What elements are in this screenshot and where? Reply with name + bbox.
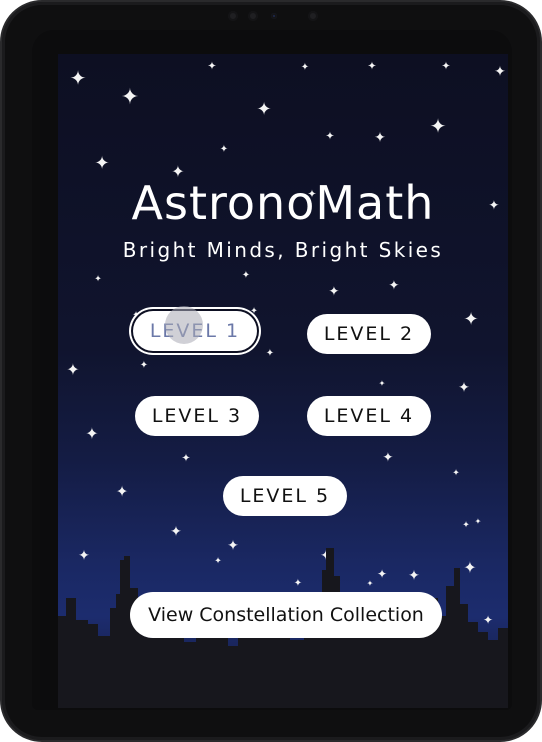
star-icon: ✦: [474, 517, 482, 526]
star-icon: ✦: [458, 380, 470, 396]
star-icon: ✦: [115, 482, 129, 501]
app-subtitle: Bright Minds, Bright Skies: [122, 238, 444, 262]
star-icon: ✦: [429, 114, 447, 138]
star-icon: ✦: [325, 129, 335, 143]
sensor-icon: [228, 11, 238, 21]
star-icon: ✦: [374, 130, 386, 146]
star-icon: ✦: [463, 309, 479, 330]
star-icon: ✦: [219, 144, 229, 155]
sensor-icon: [308, 11, 318, 21]
star-icon: ✦: [452, 468, 460, 479]
level-2-button[interactable]: LEVEL 2: [307, 314, 431, 354]
star-icon: ✦: [241, 270, 251, 281]
star-icon: ✦: [367, 59, 377, 73]
star-icon: ✦: [250, 306, 258, 317]
star-icon: ✦: [94, 153, 110, 174]
app-screen: ✦ ✦ ✦ ✦ ✦ ✦ ✦ ✦ ✦ ✦ ✦ ✦ ✦ ✦ ✦ ✦ ✦ ✦ ✦ ✦ ✦ ✦ ✦ ✦ ✦ ✦ ✦ ✦ ✦ ✦ ✦ ✦ ✦ ✦ ✦ ✦ ✦ ✦ ✦ ✦…: [58, 54, 508, 708]
star-icon: ✦: [139, 360, 149, 371]
star-icon: ✦: [388, 278, 400, 294]
camera-lens-icon: [271, 13, 277, 19]
star-icon: ✦: [300, 62, 310, 73]
level-1-button[interactable]: LEVEL 1: [133, 311, 257, 351]
view-constellation-collection-button[interactable]: View Constellation Collection: [130, 592, 442, 638]
level-4-button[interactable]: LEVEL 4: [307, 396, 431, 436]
star-icon: ✦: [94, 274, 102, 285]
star-icon: ✦: [85, 424, 99, 443]
camera-bar: [222, 10, 326, 22]
app-title: AstronoMath: [131, 176, 435, 230]
level-3-button[interactable]: LEVEL 3: [135, 396, 259, 436]
star-icon: ✦: [328, 284, 340, 300]
camera-icon: [248, 11, 258, 21]
star-icon: ✦: [265, 348, 275, 359]
star-icon: ✦: [120, 85, 140, 110]
star-icon: ✦: [382, 450, 394, 466]
star-icon: ✦: [441, 59, 451, 73]
star-icon: ✦: [181, 451, 191, 465]
star-icon: ✦: [378, 379, 386, 388]
star-icon: ✦: [69, 66, 87, 90]
star-icon: ✦: [494, 64, 506, 80]
star-icon: ✦: [207, 59, 217, 73]
star-icon: ✦: [66, 360, 80, 379]
level-5-button[interactable]: LEVEL 5: [223, 476, 347, 516]
star-icon: ✦: [256, 99, 272, 120]
